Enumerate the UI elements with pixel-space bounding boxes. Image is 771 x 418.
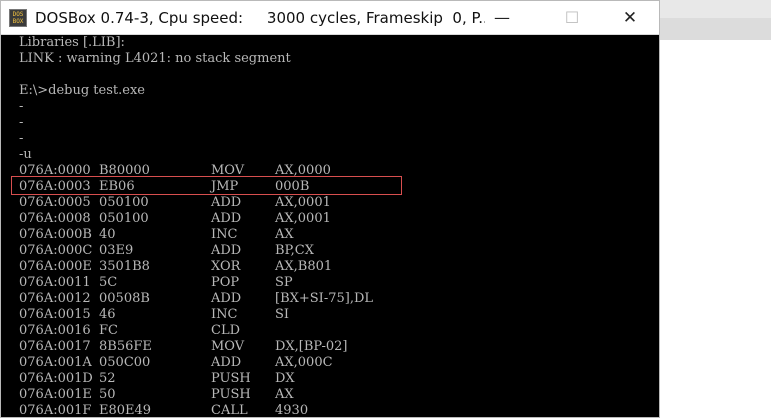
machine-code: 8B56FE <box>99 339 152 354</box>
mnemonic: PUSH <box>211 387 251 402</box>
operands: AX,B801 <box>275 259 333 274</box>
console-line: - <box>19 131 24 146</box>
operands: DX,[BP-02] <box>275 339 348 354</box>
address: 076A:0011 <box>19 275 91 290</box>
machine-code: 03E9 <box>99 243 134 258</box>
operands: AX,0001 <box>275 211 331 226</box>
disassembly-row: 076A:000B 40 INC AX <box>19 227 639 243</box>
machine-code: 40 <box>99 227 116 242</box>
operands: AX <box>275 387 294 402</box>
console-line: Libraries [.LIB]: <box>19 35 125 50</box>
machine-code: B80000 <box>99 163 150 178</box>
mnemonic: ADD <box>211 243 242 258</box>
machine-code: 52 <box>99 371 116 386</box>
address: 076A:000B <box>19 227 92 242</box>
mnemonic: ADD <box>211 195 242 210</box>
disassembly-row: 076A:0012 00508B ADD [BX+SI-75],DL <box>19 291 639 307</box>
disassembly-row: 076A:001D 52 PUSH DX <box>19 371 639 387</box>
machine-code: EB06 <box>99 179 135 194</box>
disassembly-row: 076A:0017 8B56FE MOV DX,[BP-02] <box>19 339 639 355</box>
disassembly-row: 076A:0011 5C POP SP <box>19 275 639 291</box>
operands: AX,0000 <box>275 163 331 178</box>
mnemonic: ADD <box>211 355 242 370</box>
mnemonic: MOV <box>211 163 245 178</box>
operands: SP <box>275 275 293 290</box>
address: 076A:0005 <box>19 195 91 210</box>
disassembly-row: 076A:0016 FC CLD <box>19 323 639 339</box>
console-line: -u <box>19 147 32 162</box>
dosbox-window[interactable]: DOS BOX DOSBox 0.74-3, Cpu speed: 3000 c… <box>0 0 660 418</box>
minimize-button[interactable]: — <box>479 1 525 35</box>
address: 076A:0003 <box>19 179 91 194</box>
disassembly-row: 076A:0005 050100 ADD AX,0001 <box>19 195 639 211</box>
machine-code: FC <box>99 323 118 338</box>
disassembly-row: 076A:0015 46 INC SI <box>19 307 639 323</box>
disassembly-row: 076A:000E 3501B8 XOR AX,B801 <box>19 259 639 275</box>
disassembly-row: 076A:000C 03E9 ADD BP,CX <box>19 243 639 259</box>
address: 076A:0015 <box>19 307 91 322</box>
address: 076A:0000 <box>19 163 91 178</box>
disassembly-row: 076A:0008 050100 ADD AX,0001 <box>19 211 639 227</box>
address: 076A:001A <box>19 355 92 370</box>
mnemonic: ADD <box>211 291 242 306</box>
address: 076A:0017 <box>19 339 91 354</box>
console-line: - <box>19 115 24 130</box>
mnemonic: CLD <box>211 323 241 338</box>
machine-code: 46 <box>99 307 116 322</box>
operands: SI <box>275 307 290 322</box>
mnemonic: INC <box>211 307 238 322</box>
mnemonic: MOV <box>211 339 245 354</box>
close-button[interactable]: ✕ <box>607 1 653 35</box>
machine-code: 050100 <box>99 195 149 210</box>
operands: [BX+SI-75],DL <box>275 291 374 306</box>
address: 076A:001E <box>19 387 92 402</box>
background-app-titlebar <box>660 0 771 18</box>
machine-code: 3501B8 <box>99 259 150 274</box>
address: 076A:0008 <box>19 211 91 226</box>
window-title: DOSBox 0.74-3, Cpu speed: 3000 cycles, F… <box>35 9 485 27</box>
address: 076A:0016 <box>19 323 91 338</box>
background-app-tabbar <box>660 18 771 40</box>
address: 076A:001F <box>19 403 92 418</box>
disassembly-row: 076A:0000 B80000 MOV AX,0000 <box>19 163 639 179</box>
machine-code: 050100 <box>99 211 149 226</box>
address: 076A:000E <box>19 259 92 274</box>
operands: AX,0001 <box>275 195 331 210</box>
console-line: - <box>19 99 24 114</box>
mnemonic: INC <box>211 227 238 242</box>
address: 076A:001D <box>19 371 93 386</box>
dosbox-icon: DOS BOX <box>9 9 27 27</box>
title-bar[interactable]: DOS BOX DOSBox 0.74-3, Cpu speed: 3000 c… <box>1 1 659 35</box>
disassembly-row: 076A:001F E80E49 CALL 4930 <box>19 403 639 418</box>
operands: AX <box>275 227 294 242</box>
console-line: E:\>debug test.exe <box>19 83 145 98</box>
operands: DX <box>275 371 295 386</box>
address: 076A:0012 <box>19 291 91 306</box>
mnemonic: CALL <box>211 403 248 418</box>
operands: 4930 <box>275 403 309 418</box>
address: 076A:000C <box>19 243 93 258</box>
mnemonic: POP <box>211 275 240 290</box>
machine-code: 5C <box>99 275 118 290</box>
machine-code: E80E49 <box>99 403 152 418</box>
machine-code: 50 <box>99 387 116 402</box>
disassembly-row: 076A:001E 50 PUSH AX <box>19 387 639 403</box>
maximize-button[interactable]: ☐ <box>549 1 595 35</box>
operands: AX,000C <box>275 355 333 370</box>
machine-code: 00508B <box>99 291 150 306</box>
disassembly-row: 076A:0003 EB06 JMP 000B <box>19 179 639 195</box>
mnemonic: JMP <box>211 179 239 194</box>
mnemonic: ADD <box>211 211 242 226</box>
operands: BP,CX <box>275 243 314 258</box>
disassembly-row: 076A:001A 050C00 ADD AX,000C <box>19 355 639 371</box>
operands: 000B <box>275 179 310 194</box>
background-app <box>660 0 771 418</box>
console-output[interactable]: Libraries [.LIB]: LINK : warning L4021: n… <box>19 35 659 417</box>
mnemonic: XOR <box>211 259 241 274</box>
machine-code: 050C00 <box>99 355 151 370</box>
mnemonic: PUSH <box>211 371 251 386</box>
console-line: LINK : warning L4021: no stack segment <box>19 51 291 66</box>
